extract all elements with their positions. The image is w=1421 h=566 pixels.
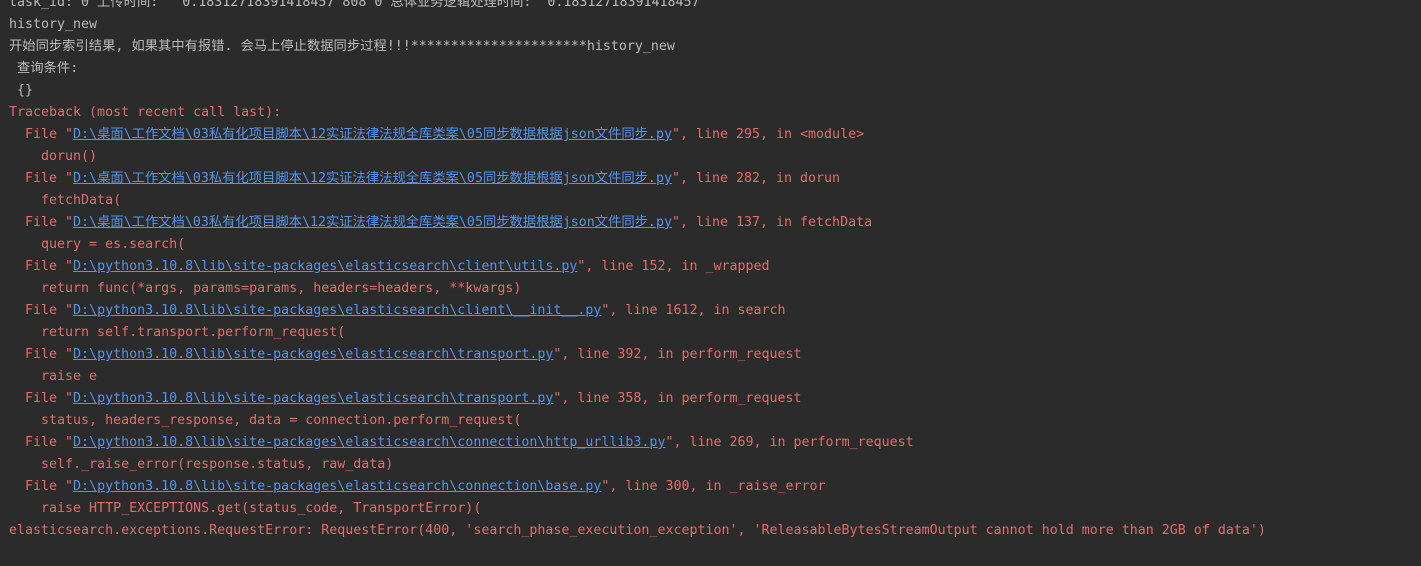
- traceback-line: dorun(): [9, 149, 98, 164]
- traceback-line: return self.transport.perform_request(: [9, 325, 346, 340]
- file-suffix: ", line 269, in perform_request: [665, 435, 914, 450]
- file-prefix: File ": [9, 127, 74, 142]
- traceback-file-line: File "D:\python3.10.8\lib\site-packages\…: [9, 300, 1421, 322]
- traceback-line: fetchData(: [9, 193, 122, 208]
- file-path-link[interactable]: D:\python3.10.8\lib\site-packages\elasti…: [73, 303, 601, 318]
- traceback-line: return func(*args, params=params, header…: [9, 281, 522, 296]
- file-suffix: ", line 1612, in search: [601, 303, 786, 318]
- file-suffix: ", line 282, in dorun: [671, 171, 841, 186]
- file-prefix: File ": [9, 303, 74, 318]
- console-log-line: {}: [9, 83, 34, 98]
- file-path-link[interactable]: D:\python3.10.8\lib\site-packages\elasti…: [73, 347, 553, 362]
- traceback-line: elasticsearch.exceptions.RequestError: R…: [9, 523, 1266, 538]
- traceback-file-line: File "D:\python3.10.8\lib\site-packages\…: [9, 432, 1421, 454]
- traceback-line: raise e: [9, 369, 98, 384]
- file-suffix: ", line 358, in perform_request: [553, 391, 802, 406]
- file-prefix: File ": [9, 171, 74, 186]
- traceback-line: status, headers_response, data = connect…: [9, 413, 522, 428]
- file-suffix: ", line 300, in _raise_error: [601, 479, 826, 494]
- file-prefix: File ": [9, 391, 74, 406]
- file-suffix: ", line 295, in <module>: [671, 127, 865, 142]
- traceback-file-line: File "D:\python3.10.8\lib\site-packages\…: [9, 344, 1421, 366]
- file-path-link[interactable]: D:\python3.10.8\lib\site-packages\elasti…: [73, 479, 601, 494]
- file-path-link[interactable]: D:\桌面\工作文档\03私有化项目脚本\12实证法律法规全库类案\05同步数据…: [73, 127, 672, 142]
- console-log-line: history_new: [9, 17, 98, 32]
- traceback-file-line: File "D:\桌面\工作文档\03私有化项目脚本\12实证法律法规全库类案\…: [9, 168, 1421, 190]
- run-console-output: task_id: 0 上传时间: 0.18312718391418457 808…: [0, 0, 1421, 566]
- console-log-line: 开始同步索引结果, 如果其中有报错. 会马上停止数据同步过程!!!*******…: [9, 39, 675, 54]
- file-path-link[interactable]: D:\python3.10.8\lib\site-packages\elasti…: [73, 259, 577, 274]
- file-path-link[interactable]: D:\python3.10.8\lib\site-packages\elasti…: [73, 435, 665, 450]
- traceback-file-line: File "D:\桌面\工作文档\03私有化项目脚本\12实证法律法规全库类案\…: [9, 212, 1421, 234]
- file-prefix: File ": [9, 215, 74, 230]
- file-prefix: File ": [9, 259, 74, 274]
- traceback-file-line: File "D:\桌面\工作文档\03私有化项目脚本\12实证法律法规全库类案\…: [9, 124, 1421, 146]
- file-path-link[interactable]: D:\桌面\工作文档\03私有化项目脚本\12实证法律法规全库类案\05同步数据…: [73, 215, 672, 230]
- traceback-line: Traceback (most recent call last):: [9, 105, 282, 120]
- traceback-file-line: File "D:\python3.10.8\lib\site-packages\…: [9, 476, 1421, 498]
- traceback-file-line: File "D:\python3.10.8\lib\site-packages\…: [9, 256, 1421, 278]
- file-suffix: ", line 152, in _wrapped: [577, 259, 770, 274]
- file-prefix: File ": [9, 347, 74, 362]
- traceback-file-line: File "D:\python3.10.8\lib\site-packages\…: [9, 388, 1421, 410]
- file-suffix: ", line 392, in perform_request: [553, 347, 802, 362]
- traceback-line: raise HTTP_EXCEPTIONS.get(status_code, T…: [9, 501, 482, 516]
- file-path-link[interactable]: D:\桌面\工作文档\03私有化项目脚本\12实证法律法规全库类案\05同步数据…: [73, 171, 672, 186]
- console-lines: task_id: 0 上传时间: 0.18312718391418457 808…: [9, 0, 1421, 542]
- file-suffix: ", line 137, in fetchData: [671, 215, 873, 230]
- file-path-link[interactable]: D:\python3.10.8\lib\site-packages\elasti…: [73, 391, 553, 406]
- console-log-line: 查询条件:: [9, 61, 79, 76]
- file-prefix: File ": [9, 479, 74, 494]
- console-log-line: task_id: 0 上传时间: 0.18312718391418457 808…: [9, 0, 700, 10]
- traceback-line: query = es.search(: [9, 237, 186, 252]
- file-prefix: File ": [9, 435, 74, 450]
- traceback-line: self._raise_error(response.status, raw_d…: [9, 457, 394, 472]
